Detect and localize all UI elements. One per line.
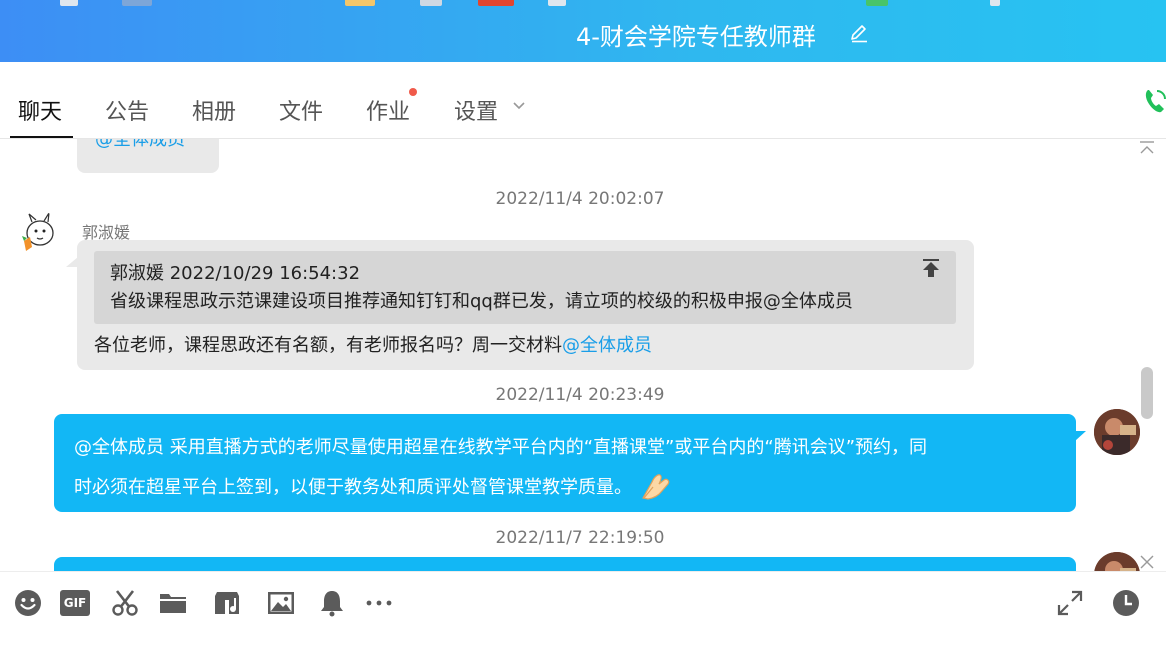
tab-homework[interactable]: 作业 bbox=[366, 94, 410, 126]
user-photo-icon bbox=[1094, 409, 1140, 455]
avatar[interactable] bbox=[1094, 552, 1140, 571]
scrollbar-thumb[interactable] bbox=[1141, 367, 1153, 419]
tab-bar bbox=[0, 62, 1166, 139]
quote-body: 省级课程思政示范课建设项目推荐通知钉钉和qq群已发，请立项的校级的积极申报@全体… bbox=[110, 291, 853, 312]
tab-chat[interactable]: 聊天 bbox=[18, 94, 62, 126]
avatar[interactable] bbox=[16, 211, 62, 257]
mention-text[interactable]: @全体成员 bbox=[95, 139, 185, 151]
user-photo-icon bbox=[1094, 552, 1140, 571]
bubble-tail bbox=[1075, 431, 1086, 441]
input-toolbar: GIF bbox=[0, 571, 1166, 657]
notification-dot bbox=[409, 88, 417, 96]
bubble-tail bbox=[66, 257, 78, 267]
own-message-bubble: @全体成员 采用直播方式的老师尽量使用超星在线教学平台内的“直播课堂”或平台内的… bbox=[54, 414, 1076, 512]
message-text-line2: 时必须在超星平台上签到，以便于教务处和质评处督管课堂教学质量。 bbox=[74, 477, 632, 498]
scroll-top-icon[interactable] bbox=[1138, 139, 1156, 157]
emoji-icon[interactable] bbox=[13, 588, 43, 618]
message-timestamp: 2022/11/7 22:19:50 bbox=[495, 528, 665, 548]
title-bar: 4-财会学院专任教师群 bbox=[0, 0, 1166, 62]
scissors-icon[interactable] bbox=[110, 588, 140, 618]
group-title: 4-财会学院专任教师群 bbox=[576, 23, 816, 51]
edit-icon[interactable] bbox=[848, 22, 870, 44]
taskbar-strip bbox=[0, 0, 1000, 6]
chat-area[interactable]: @全体成员 2022/11/4 20:02:07 郭淑媛 郭淑媛 2022/10… bbox=[0, 139, 1166, 571]
tab-announcements[interactable]: 公告 bbox=[105, 94, 149, 126]
own-message-bubble bbox=[54, 557, 1076, 571]
expand-icon[interactable] bbox=[1055, 588, 1085, 618]
phone-call-icon[interactable] bbox=[1140, 82, 1166, 122]
avatar[interactable] bbox=[1094, 409, 1140, 455]
history-icon[interactable] bbox=[1111, 588, 1141, 618]
quoted-message[interactable]: 郭淑媛 2022/10/29 16:54:32 省级课程思政示范课建设项目推荐通… bbox=[94, 251, 956, 324]
jump-to-original-icon[interactable] bbox=[920, 257, 942, 279]
message-timestamp: 2022/11/4 20:23:49 bbox=[495, 385, 665, 405]
message-text: 各位老师，课程思政还有名额，有老师报名吗？周一交材料@全体成员 bbox=[94, 331, 652, 357]
gif-icon[interactable]: GIF bbox=[60, 590, 90, 616]
mention-link[interactable]: @全体成员 bbox=[562, 335, 652, 356]
quote-header: 郭淑媛 2022/10/29 16:54:32 bbox=[110, 263, 361, 284]
image-icon[interactable] bbox=[266, 588, 296, 618]
message-bubble: @全体成员 bbox=[77, 139, 219, 173]
music-icon[interactable] bbox=[212, 588, 242, 618]
pray-emoji-icon bbox=[638, 471, 676, 501]
message-text-line: @全体成员 采用直播方式的老师尽量使用超星在线教学平台内的“直播课堂”或平台内的… bbox=[74, 437, 928, 458]
chevron-down-icon[interactable] bbox=[512, 99, 526, 113]
more-icon[interactable] bbox=[364, 588, 394, 618]
active-tab-indicator bbox=[10, 136, 73, 138]
folder-icon[interactable] bbox=[158, 588, 188, 618]
cartoon-avatar-icon bbox=[22, 212, 54, 251]
message-text-line: 时必须在超星平台上签到，以便于教务处和质评处督管课堂教学质量。 bbox=[74, 471, 676, 501]
tab-settings[interactable]: 设置 bbox=[454, 94, 498, 126]
tab-files[interactable]: 文件 bbox=[279, 94, 323, 126]
close-icon[interactable] bbox=[1138, 553, 1156, 571]
tab-album[interactable]: 相册 bbox=[192, 94, 236, 126]
message-timestamp: 2022/11/4 20:02:07 bbox=[495, 189, 665, 209]
message-body: 各位老师，课程思政还有名额，有老师报名吗？周一交材料 bbox=[94, 335, 562, 356]
bell-icon[interactable] bbox=[317, 588, 347, 618]
